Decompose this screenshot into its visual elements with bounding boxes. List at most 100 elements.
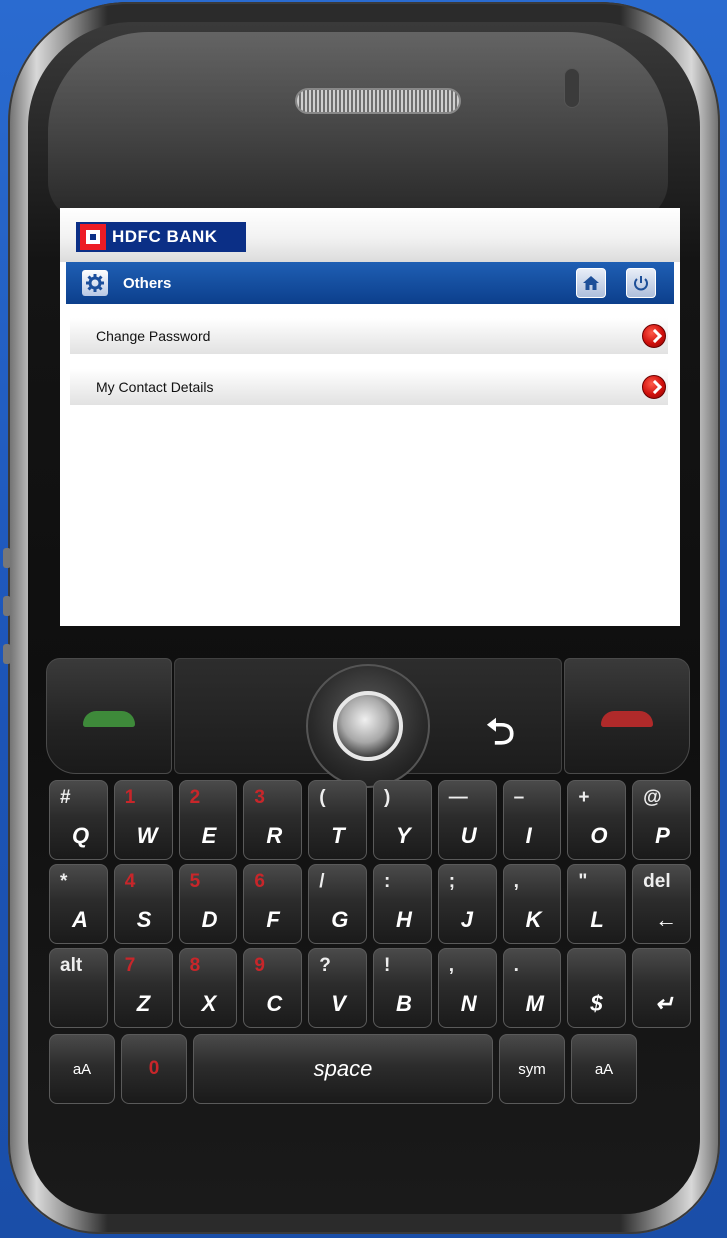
keyboard-row: # Q 1 W 2 E 3 R(T) Y — U – I + O @ P: [46, 780, 694, 860]
key-f[interactable]: 6F: [243, 864, 303, 944]
key-secondary-label: –: [513, 787, 525, 808]
key-primary-label: N: [460, 991, 477, 1016]
sym-key[interactable]: sym: [499, 1034, 565, 1104]
key-primary-label: U: [460, 823, 477, 848]
change-password-item[interactable]: Change Password: [70, 318, 668, 354]
key-primary-label: Q: [72, 823, 90, 848]
key-←[interactable]: del ←: [632, 864, 691, 944]
key-primary-label: B: [395, 991, 412, 1016]
key-y[interactable]: ) Y: [372, 780, 432, 860]
key-x[interactable]: 8X: [178, 948, 238, 1028]
key-o[interactable]: + O: [567, 780, 627, 860]
key-h[interactable]: :H: [372, 864, 432, 944]
key-primary-label: X: [201, 991, 217, 1016]
key-primary-label: O: [590, 823, 608, 848]
key-primary-label: J: [460, 907, 474, 932]
key-p[interactable]: @ P: [632, 780, 691, 860]
section-title-bar: Others: [66, 262, 674, 304]
key-k[interactable]: ,K: [502, 864, 562, 944]
key-j[interactable]: ; J: [437, 864, 497, 944]
key-z[interactable]: 7Z: [113, 948, 173, 1028]
side-button[interactable]: [3, 644, 11, 664]
chevron-right-icon[interactable]: [642, 375, 666, 399]
key-alt[interactable]: alt: [49, 948, 108, 1028]
key-primary-label: W: [136, 823, 158, 848]
key-secondary-label: :: [383, 871, 391, 892]
space-key[interactable]: space: [193, 1034, 493, 1104]
phone-end-icon: [601, 711, 653, 727]
key-secondary-label: @: [643, 787, 662, 808]
back-arrow-icon[interactable]: ⮌: [486, 706, 515, 767]
side-button[interactable]: [3, 596, 11, 616]
key-secondary-label: ,: [448, 955, 455, 976]
key-primary-label: ↵: [655, 991, 674, 1016]
key-secondary-label: ): [383, 787, 391, 808]
earpiece-speaker: [295, 88, 461, 114]
key-$[interactable]: $: [567, 948, 627, 1028]
key-secondary-label: del: [643, 871, 671, 892]
end-call-key[interactable]: [564, 658, 690, 774]
key-↵[interactable]: ↵: [632, 948, 691, 1028]
trackball[interactable]: [333, 691, 403, 761]
key-e[interactable]: 2E: [178, 780, 238, 860]
side-button[interactable]: [3, 548, 11, 568]
key-b[interactable]: ! B: [372, 948, 432, 1028]
key-secondary-label: 8: [189, 955, 201, 976]
key-secondary-label: 4: [124, 871, 136, 892]
key-a[interactable]: * A: [49, 864, 108, 944]
key-d[interactable]: 5D: [178, 864, 238, 944]
key-n[interactable]: ,N: [437, 948, 497, 1028]
shift-key-label: aA: [594, 1060, 614, 1078]
key-primary-label: G: [331, 907, 349, 932]
key-primary-label: D: [201, 907, 218, 932]
shift-key-label: aA: [72, 1060, 92, 1078]
home-icon: [583, 276, 599, 290]
hdfc-logo: HDFC BANK: [76, 222, 246, 252]
key-secondary-label: /: [319, 871, 325, 892]
call-key[interactable]: [46, 658, 172, 774]
shift-key-right[interactable]: aA: [571, 1034, 637, 1104]
key-primary-label: L: [590, 907, 604, 932]
key-secondary-label: 9: [254, 955, 265, 976]
key-primary-label: K: [525, 907, 542, 932]
hdfc-logo-mark-icon: [80, 224, 106, 250]
key-v[interactable]: ? V: [308, 948, 367, 1028]
key-r[interactable]: 3R: [243, 780, 303, 860]
key-primary-label: M: [525, 991, 544, 1016]
brand-name: HDFC BANK: [112, 227, 218, 246]
key-l[interactable]: " L: [567, 864, 627, 944]
key-secondary-label: 5: [189, 871, 201, 892]
logout-button[interactable]: [626, 268, 656, 298]
key-secondary-label: —: [448, 787, 468, 808]
key-c[interactable]: 9C: [243, 948, 303, 1028]
key-secondary-label: *: [60, 871, 68, 892]
key-primary-label: F: [266, 907, 280, 932]
qwerty-keyboard: # Q 1 W 2 E 3 R(T) Y — U – I + O @ P * A 4 S 5 D 6 F / G: H; J, K " Ld…: [46, 780, 694, 1104]
my-contact-details-item[interactable]: My Contact Details: [70, 369, 668, 405]
key-primary-label: S: [136, 907, 152, 932]
zero-key-label: 0: [148, 1058, 160, 1079]
key-primary-label: T: [331, 823, 345, 848]
key-secondary-label: .: [513, 955, 519, 976]
key-primary-label: ←: [655, 907, 678, 932]
key-secondary-label: ,: [513, 871, 519, 892]
home-button[interactable]: [576, 268, 606, 298]
key-g[interactable]: / G: [308, 864, 367, 944]
chevron-right-icon[interactable]: [642, 324, 666, 348]
key-secondary-label: #: [60, 787, 71, 808]
menu-item-label: My Contact Details: [96, 379, 214, 395]
key-secondary-label: alt: [60, 955, 83, 976]
key-secondary-label: +: [578, 787, 590, 808]
key-t[interactable]: (T: [308, 780, 367, 860]
key-s[interactable]: 4S: [113, 864, 173, 944]
key-w[interactable]: 1W: [113, 780, 173, 860]
gear-icon: [82, 270, 108, 296]
key-m[interactable]: .M: [502, 948, 562, 1028]
zero-key[interactable]: 0: [121, 1034, 187, 1104]
key-q[interactable]: # Q: [49, 780, 108, 860]
key-u[interactable]: — U: [437, 780, 497, 860]
shift-key-left[interactable]: aA: [49, 1034, 115, 1104]
keyboard-row: * A 4 S 5 D 6 F / G: H; J, K " Ldel ←: [46, 864, 694, 944]
phone-call-icon: [83, 711, 135, 727]
key-i[interactable]: – I: [502, 780, 562, 860]
